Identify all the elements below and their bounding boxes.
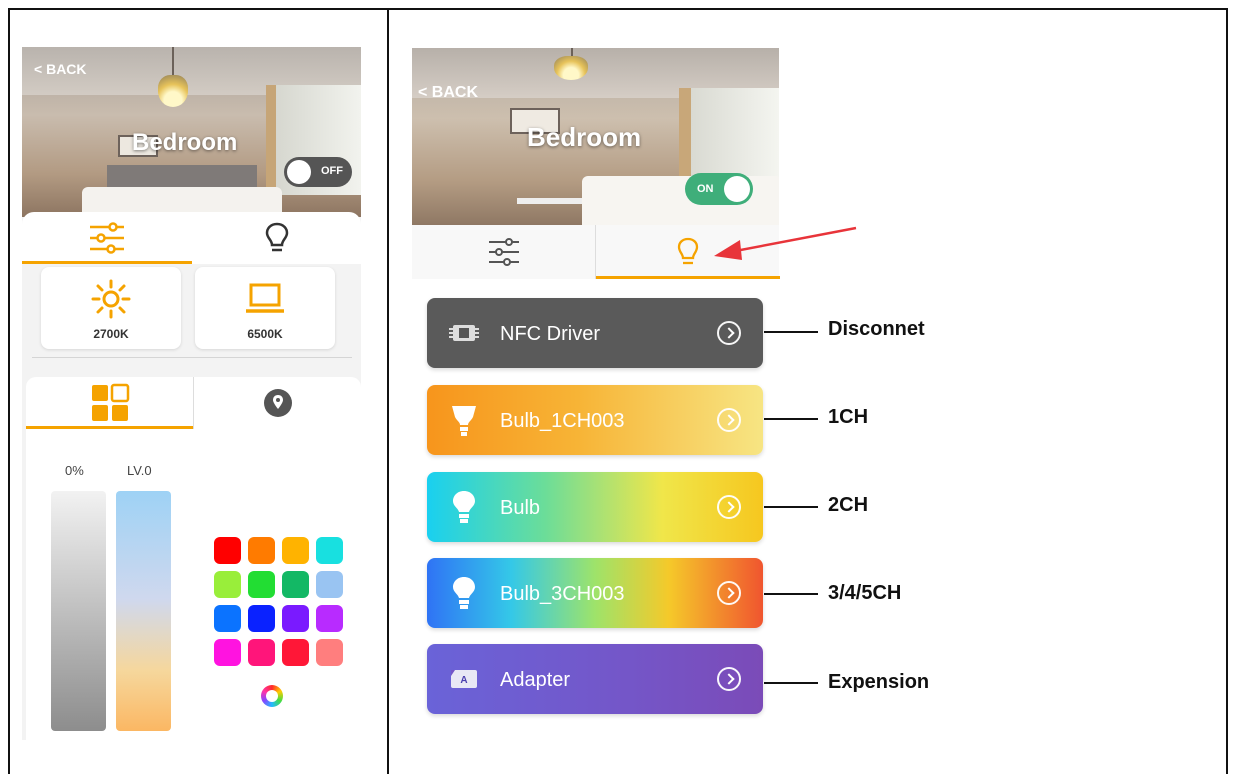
color-mode-tabs (26, 377, 361, 429)
left-phone-screen: < BACK Bedroom OFF 2700K 6500K 0% LV.0 (22, 47, 361, 740)
cct-preset-2700k[interactable]: 2700K (41, 267, 181, 349)
annotation-leader-line (764, 506, 818, 508)
pointer-arrow (714, 226, 857, 260)
mode-tabs (22, 212, 361, 264)
chevron-right-circle-icon[interactable] (717, 495, 741, 519)
tab-settings[interactable] (412, 225, 595, 279)
chevron-right-circle-icon[interactable] (717, 408, 741, 432)
sliders-icon (488, 238, 519, 266)
bulb-icon (265, 222, 289, 252)
svg-text:A: A (460, 675, 467, 686)
sliders-icon (90, 222, 124, 254)
toggle-knob (287, 160, 311, 184)
toggle-label: ON (697, 183, 714, 195)
chevron-right-circle-icon[interactable] (717, 667, 741, 691)
color-swatch[interactable] (316, 605, 343, 632)
color-swatch[interactable] (248, 571, 275, 598)
grid-icon (91, 383, 129, 421)
toggle-knob (724, 176, 750, 202)
color-swatch[interactable] (214, 639, 241, 666)
adapter-icon: A (449, 664, 479, 694)
laptop-icon (246, 283, 284, 313)
room-title: Bedroom (132, 129, 238, 156)
annotation-label: 3/4/5CH (828, 582, 902, 604)
device-row-adapter[interactable]: A Adapter (427, 644, 763, 714)
power-toggle[interactable]: ON (685, 173, 753, 205)
bulb-icon (449, 577, 479, 609)
device-name: Bulb_3CH003 (500, 583, 625, 605)
nfc-chip-icon (449, 318, 479, 348)
annotation-leader-line (764, 682, 818, 684)
cct-label: 2700K (93, 327, 129, 341)
room-title: Bedroom (527, 122, 642, 152)
toggle-label: OFF (321, 165, 343, 177)
annotation-leader-line (764, 331, 818, 333)
sun-icon (91, 279, 131, 319)
tab-location[interactable] (194, 377, 361, 429)
back-button[interactable]: < BACK (34, 61, 87, 77)
color-swatch-grid (214, 537, 343, 666)
tab-settings[interactable] (22, 212, 192, 264)
annotation-leader-line (764, 593, 818, 595)
color-swatch[interactable] (282, 537, 309, 564)
annotation-leader-line (764, 418, 818, 420)
annotation-label: Expension (828, 671, 930, 693)
cct-label: 6500K (247, 327, 283, 341)
color-swatch[interactable] (214, 537, 241, 564)
device-row-nfc-driver[interactable]: NFC Driver (427, 298, 763, 368)
device-name: Bulb (500, 497, 541, 519)
tab-color-grid[interactable] (26, 377, 193, 429)
brightness-readout: 0% (65, 463, 84, 478)
pendant-lamp-image (554, 56, 588, 80)
chevron-right-circle-icon[interactable] (717, 581, 741, 605)
device-row-bulb-3ch003[interactable]: Bulb_3CH003 (427, 558, 763, 628)
device-row-bulb-1ch003[interactable]: Bulb_1CH003 (427, 385, 763, 455)
device-name: Adapter (500, 669, 571, 691)
chevron-left-icon: < (418, 84, 428, 101)
power-toggle[interactable]: OFF (284, 157, 352, 187)
color-swatch[interactable] (316, 537, 343, 564)
color-swatch[interactable] (316, 571, 343, 598)
chevron-right-circle-icon[interactable] (717, 321, 741, 345)
cct-preset-6500k[interactable]: 6500K (195, 267, 335, 349)
color-swatch[interactable] (282, 571, 309, 598)
color-swatch[interactable] (248, 537, 275, 564)
color-swatch[interactable] (214, 571, 241, 598)
color-swatch[interactable] (282, 639, 309, 666)
annotation-label: Disconnet (828, 318, 925, 340)
color-swatch[interactable] (248, 639, 275, 666)
section-divider (32, 357, 352, 358)
tab-devices[interactable] (192, 212, 361, 264)
column-divider (387, 10, 389, 774)
bulb-icon (677, 237, 698, 265)
device-name: Bulb_1CH003 (500, 410, 625, 432)
location-pin-icon (263, 389, 292, 417)
color-swatch[interactable] (282, 605, 309, 632)
device-name: NFC Driver (500, 323, 600, 345)
annotation-label: 1CH (828, 406, 869, 428)
annotation-label: 2CH (828, 494, 869, 516)
color-swatch[interactable] (214, 605, 241, 632)
brightness-slider[interactable] (51, 491, 106, 731)
device-row-bulb[interactable]: Bulb (427, 472, 763, 542)
back-button[interactable]: < BACK (418, 84, 478, 102)
color-swatch[interactable] (316, 639, 343, 666)
temperature-slider[interactable] (116, 491, 171, 731)
pendant-lamp-image (158, 75, 188, 107)
color-wheel-icon[interactable] (261, 685, 283, 707)
floodlight-bulb-icon (449, 405, 479, 436)
bulb-icon (449, 491, 479, 523)
room-photo: < BACK Bedroom OFF (22, 47, 361, 217)
color-swatch[interactable] (248, 605, 275, 632)
chevron-left-icon: < (34, 61, 43, 77)
level-readout: LV.0 (127, 463, 152, 478)
